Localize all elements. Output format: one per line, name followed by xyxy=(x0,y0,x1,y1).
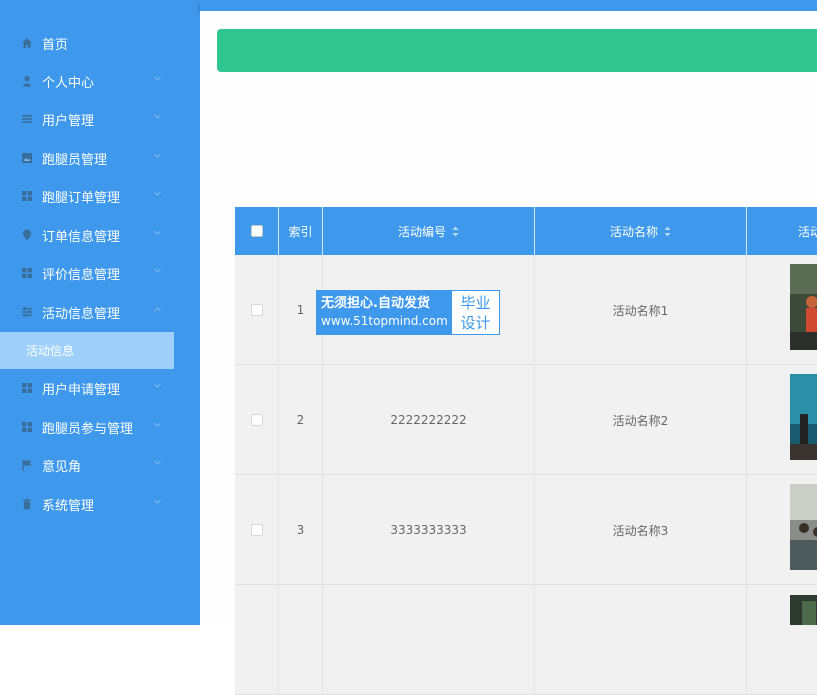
grid-icon xyxy=(21,421,33,433)
row-index xyxy=(279,585,323,695)
watermark-line1: 无须担心.自动发货 xyxy=(321,296,430,311)
grid-icon xyxy=(21,190,33,202)
data-table: 索引 活动编号 活动名称 活动 1 活动名称1 2 2222222222 活动名… xyxy=(235,207,817,695)
sidebar-item-user-mgmt[interactable]: 用户管理 xyxy=(0,100,200,138)
watermark-stamp-bottom: 设计 xyxy=(460,313,491,332)
header-name[interactable]: 活动名称 xyxy=(535,207,747,255)
row-select-cell xyxy=(235,365,279,475)
table-row: 2 2222222222 活动名称2 xyxy=(235,365,817,475)
row-code: 3333333333 xyxy=(323,475,535,585)
chevron-up-icon xyxy=(154,307,161,312)
sort-icon[interactable] xyxy=(664,226,671,237)
chevron-down-icon xyxy=(154,230,161,235)
table-header: 索引 活动编号 活动名称 活动 xyxy=(235,207,817,255)
row-name: 活动名称1 xyxy=(535,255,747,365)
sidebar-item-label: 订单信息管理 xyxy=(42,229,121,245)
row-name xyxy=(535,585,747,695)
chevron-down-icon xyxy=(154,383,161,388)
chevron-down-icon xyxy=(154,460,161,465)
watermark-stamp: 毕业 设计 xyxy=(452,291,499,334)
sidebar-item-errand-order[interactable]: 跑腿订单管理 xyxy=(0,177,200,215)
select-all-cell xyxy=(235,207,279,255)
grid-icon xyxy=(21,382,33,394)
header-code[interactable]: 活动编号 xyxy=(323,207,535,255)
row-select-cell xyxy=(235,255,279,365)
sidebar-item-activity-mgmt[interactable]: 活动信息管理 xyxy=(0,293,200,331)
sort-icon[interactable] xyxy=(452,226,459,237)
chevron-down-icon xyxy=(154,268,161,273)
row-checkbox[interactable] xyxy=(250,304,263,316)
table-row: 3 3333333333 活动名称3 xyxy=(235,475,817,585)
sidebar-item-runner-join[interactable]: 跑腿员参与管理 xyxy=(0,408,200,446)
sidebar-item-label: 跑腿员参与管理 xyxy=(42,421,134,437)
trash-icon xyxy=(21,498,33,510)
sidebar-subitem-activity-info[interactable]: 活动信息 xyxy=(0,332,174,369)
table-row xyxy=(235,585,817,695)
sidebar-item-label: 用户管理 xyxy=(42,113,95,129)
chevron-down-icon xyxy=(154,153,161,158)
user-icon xyxy=(21,75,33,87)
row-code xyxy=(323,585,535,695)
chevron-down-icon xyxy=(154,76,161,81)
flag-icon xyxy=(21,459,33,471)
sidebar-item-order-info[interactable]: 订单信息管理 xyxy=(0,216,200,254)
watermark-stamp-top: 毕业 xyxy=(460,293,491,312)
select-all-checkbox[interactable] xyxy=(250,225,263,237)
sidebar-item-user-apply[interactable]: 用户申请管理 xyxy=(0,369,200,407)
row-code: 2222222222 xyxy=(323,365,535,475)
top-bar xyxy=(200,0,817,11)
grid-icon xyxy=(21,267,33,279)
sidebar-item-feedback[interactable]: 意见角 xyxy=(0,446,200,484)
image-icon xyxy=(21,152,33,164)
header-name-label: 活动名称 xyxy=(609,224,658,239)
list-icon xyxy=(21,113,33,125)
header-code-label: 活动编号 xyxy=(397,224,446,239)
header-index: 索引 xyxy=(279,207,323,255)
sidebar-item-label: 个人中心 xyxy=(42,75,95,91)
row-select-cell xyxy=(235,475,279,585)
header-index-label: 索引 xyxy=(288,224,313,239)
watermark-badge: 无须担心.自动发货 www.51topmind.com 毕业 设计 xyxy=(316,290,500,335)
chevron-down-icon xyxy=(154,499,161,504)
header-extra: 活动 xyxy=(747,207,817,255)
chevron-down-icon xyxy=(154,114,161,119)
sidebar-item-home[interactable]: 首页 xyxy=(0,24,200,62)
row-index: 2 xyxy=(279,365,323,475)
row-select-cell xyxy=(235,585,279,695)
sidebar-item-label: 首页 xyxy=(42,37,69,53)
row-name: 活动名称2 xyxy=(535,365,747,475)
sidebar-item-label: 跑腿订单管理 xyxy=(42,190,121,206)
header-extra-label: 活动 xyxy=(798,224,817,239)
chevron-down-icon xyxy=(154,191,161,196)
sidebar: 首页 个人中心 用户管理 跑腿员管理 跑腿订单管理 订单信息管理 评价信息管理 … xyxy=(0,0,200,625)
row-checkbox[interactable] xyxy=(250,524,263,536)
row-checkbox[interactable] xyxy=(250,414,263,426)
location-icon xyxy=(21,229,33,241)
sidebar-item-label: 评价信息管理 xyxy=(42,267,121,283)
activity-image xyxy=(790,374,817,460)
chevron-down-icon xyxy=(154,422,161,427)
watermark-text: 无须担心.自动发货 www.51topmind.com xyxy=(317,291,452,334)
sidebar-item-label: 用户申请管理 xyxy=(42,382,121,398)
sidebar-item-label: 系统管理 xyxy=(42,498,95,514)
home-icon xyxy=(21,37,33,49)
watermark-line2: www.51topmind.com xyxy=(321,314,448,328)
activity-image xyxy=(790,264,817,350)
sidebar-item-review-info[interactable]: 评价信息管理 xyxy=(0,254,200,292)
row-index: 3 xyxy=(279,475,323,585)
sidebar-item-label: 意见角 xyxy=(42,459,82,475)
sidebar-item-label: 活动信息管理 xyxy=(42,306,121,322)
sliders-icon xyxy=(21,306,33,318)
header-banner xyxy=(217,29,817,72)
sidebar-item-profile[interactable]: 个人中心 xyxy=(0,62,200,100)
sidebar-item-label: 跑腿员管理 xyxy=(42,152,108,168)
activity-image xyxy=(790,595,817,625)
row-name: 活动名称3 xyxy=(535,475,747,585)
sidebar-item-runner-mgmt[interactable]: 跑腿员管理 xyxy=(0,139,200,177)
sidebar-item-system[interactable]: 系统管理 xyxy=(0,485,200,523)
sidebar-subitem-label: 活动信息 xyxy=(26,344,75,358)
activity-image xyxy=(790,484,817,570)
